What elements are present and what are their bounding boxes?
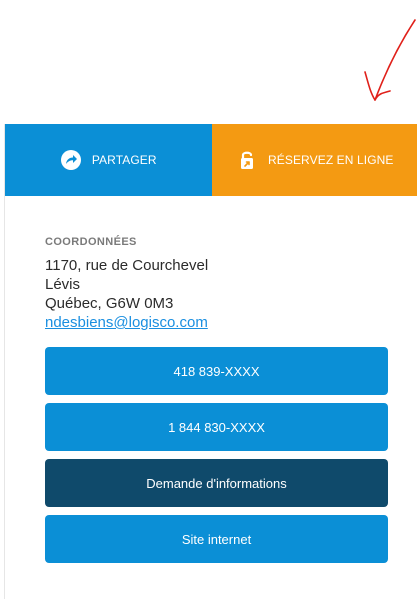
phone-button-local[interactable]: 418 839-XXXX (45, 347, 388, 395)
share-button[interactable]: PARTAGER (5, 124, 212, 196)
contact-card: PARTAGER RÉSERVEZ EN LIGNE COORDONNÉES 1… (4, 124, 417, 599)
reserve-online-button[interactable]: RÉSERVEZ EN LIGNE (211, 124, 417, 196)
red-checkmark-annotation (364, 19, 416, 101)
street-address: 1170, rue de Courchevel (45, 257, 209, 274)
screen: PARTAGER RÉSERVEZ EN LIGNE COORDONNÉES 1… (0, 0, 417, 599)
share-arrow-icon (60, 149, 82, 171)
share-label: PARTAGER (91, 153, 157, 167)
reserve-label: RÉSERVEZ EN LIGNE (267, 153, 394, 167)
phone-button-toll-free[interactable]: 1 844 830-XXXX (45, 403, 388, 451)
email-link[interactable]: ndesbiens@logisco.com (45, 313, 208, 332)
section-title: COORDONNÉES (45, 236, 137, 248)
contact-section: COORDONNÉES 1170, rue de Courchevel Lévi… (5, 196, 417, 563)
website-button[interactable]: Site internet (45, 515, 388, 563)
unlocked-padlock-icon (236, 149, 258, 171)
action-bar: PARTAGER RÉSERVEZ EN LIGNE (5, 124, 417, 196)
information-request-button[interactable]: Demande d'informations (45, 459, 388, 507)
city: Lévis (45, 276, 81, 293)
province-postal-code: Québec, G6W 0M3 (45, 295, 174, 312)
